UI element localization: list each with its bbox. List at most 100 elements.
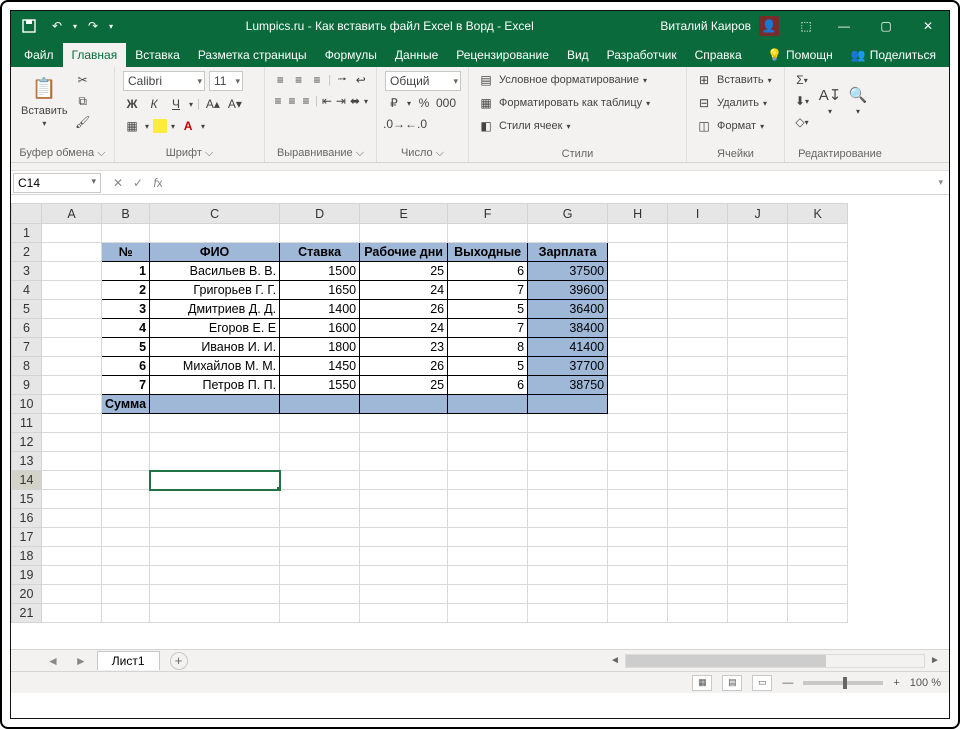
cell[interactable] [788,357,848,376]
formula-input[interactable] [173,181,932,185]
cell[interactable] [668,300,728,319]
row-header[interactable]: 18 [12,547,42,566]
cell[interactable] [102,528,150,547]
cell[interactable] [360,224,448,243]
cell[interactable] [788,376,848,395]
col-header[interactable]: B [102,204,150,224]
cut-icon[interactable]: ✂ [74,71,92,89]
tab-view[interactable]: Вид [558,43,598,67]
cell[interactable] [788,414,848,433]
cell[interactable] [668,566,728,585]
cell[interactable] [668,357,728,376]
cell[interactable] [102,566,150,585]
font-name[interactable]: Calibri [123,71,205,91]
cell[interactable]: 1650 [280,281,360,300]
cell[interactable]: 24 [360,319,448,338]
cell[interactable] [448,547,528,566]
cell[interactable] [668,585,728,604]
cell[interactable]: 6 [102,357,150,376]
cell[interactable]: 1400 [280,300,360,319]
cell[interactable]: 39600 [528,281,608,300]
cell[interactable]: 24 [360,281,448,300]
tab-insert[interactable]: Вставка [126,43,189,67]
cell[interactable] [668,547,728,566]
cell[interactable]: Зарплата [528,243,608,262]
cell[interactable] [788,319,848,338]
cell[interactable] [788,433,848,452]
cell[interactable] [608,300,668,319]
cell[interactable] [728,262,788,281]
cell[interactable] [668,243,728,262]
cell[interactable] [668,471,728,490]
cell[interactable] [42,433,102,452]
fill-color-icon[interactable] [153,119,167,133]
cell[interactable] [608,585,668,604]
tab-data[interactable]: Данные [386,43,447,67]
cell[interactable] [102,433,150,452]
row-header[interactable]: 17 [12,528,42,547]
copy-icon[interactable]: ⧉ [74,92,92,110]
cell[interactable] [788,585,848,604]
cell[interactable] [528,471,608,490]
cell[interactable] [102,452,150,471]
cell[interactable] [448,395,528,414]
cell[interactable]: 25 [360,262,448,281]
cell[interactable] [528,433,608,452]
cell[interactable]: 7 [448,281,528,300]
cell[interactable]: Дмитриев Д. Д. [150,300,280,319]
decrease-indent-icon[interactable]: ⇤ [322,92,332,110]
cell[interactable] [608,281,668,300]
cell[interactable] [280,585,360,604]
cell[interactable] [360,528,448,547]
cell[interactable]: Петров П. П. [150,376,280,395]
cell[interactable] [788,528,848,547]
align-middle-icon[interactable]: ≡ [291,71,305,89]
cell[interactable] [42,528,102,547]
row-header[interactable]: 21 [12,604,42,623]
cell[interactable] [608,490,668,509]
cell[interactable] [528,490,608,509]
cell[interactable]: 1 [102,262,150,281]
cell[interactable] [788,604,848,623]
tab-review[interactable]: Рецензирование [447,43,558,67]
spreadsheet-grid[interactable]: ABCDEFGHIJK12№ФИОСтавкаРабочие дниВыходн… [11,203,949,649]
cell[interactable] [668,528,728,547]
cell[interactable]: 1550 [280,376,360,395]
cell[interactable] [42,376,102,395]
col-header[interactable]: J [728,204,788,224]
zoom-in-icon[interactable]: + [893,677,899,689]
cell[interactable] [668,281,728,300]
cell[interactable] [360,414,448,433]
cell[interactable] [280,490,360,509]
cell[interactable]: 37500 [528,262,608,281]
cell[interactable] [448,452,528,471]
clear-icon[interactable]: ◇ ▾ [793,113,811,131]
cell-styles-button[interactable]: ◧Стили ячеек ▾ [477,117,678,135]
cell[interactable] [668,262,728,281]
cell[interactable] [608,433,668,452]
maximize-icon[interactable]: ▢ [865,11,907,41]
cell[interactable] [668,452,728,471]
col-header[interactable]: A [42,204,102,224]
cell[interactable] [150,224,280,243]
minimize-icon[interactable]: — [823,11,865,41]
cell[interactable] [528,566,608,585]
merge-icon[interactable]: ⬌ [350,92,360,110]
cell[interactable] [360,452,448,471]
cell[interactable] [448,604,528,623]
cell[interactable] [42,262,102,281]
cell[interactable]: Ставка [280,243,360,262]
paste-button[interactable]: 📋 Вставить▾ [19,73,70,130]
cell[interactable] [280,471,360,490]
row-header[interactable]: 20 [12,585,42,604]
cell[interactable]: 1500 [280,262,360,281]
cell[interactable] [42,471,102,490]
scroll-right-icon[interactable]: ► [927,653,943,669]
cell[interactable]: 36400 [528,300,608,319]
cell[interactable] [608,414,668,433]
cell[interactable] [102,604,150,623]
cell[interactable] [42,395,102,414]
cell[interactable] [150,471,280,490]
align-top-icon[interactable]: ≡ [273,71,287,89]
cell[interactable] [42,566,102,585]
